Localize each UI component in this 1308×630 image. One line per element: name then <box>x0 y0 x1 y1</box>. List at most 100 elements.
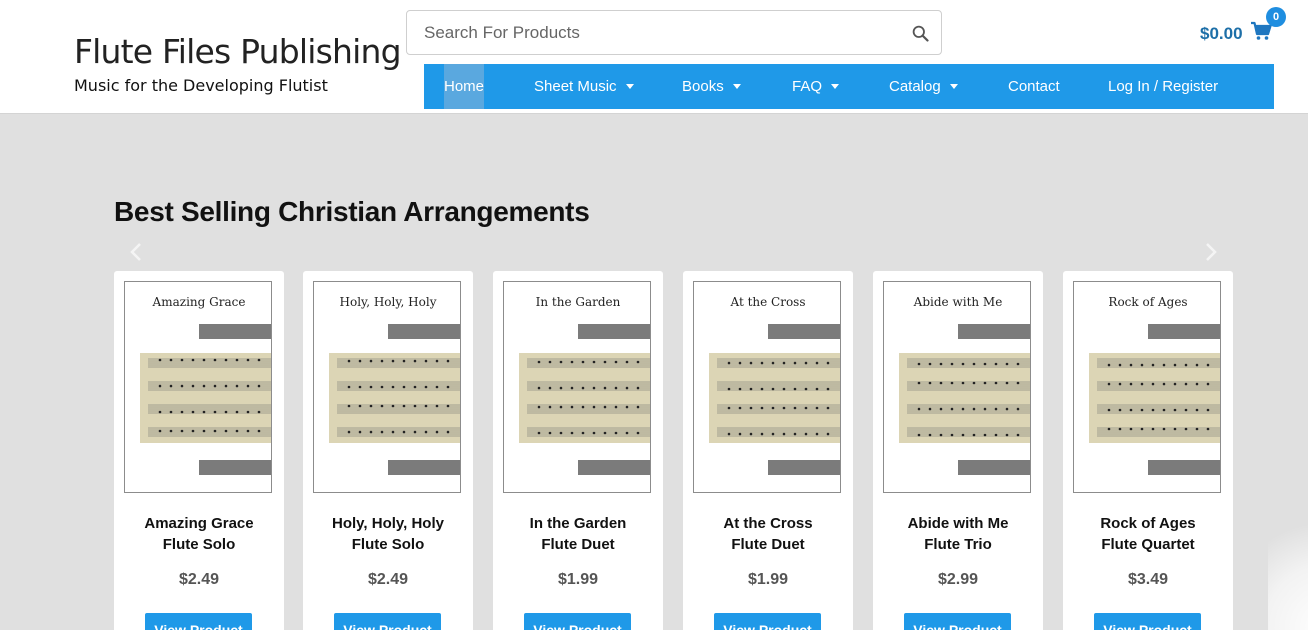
product-title: At the Cross <box>723 515 813 532</box>
product-cover-image[interactable]: In the Garden <box>503 281 651 493</box>
nav-contact[interactable]: Contact <box>1008 64 1060 109</box>
nav-sheet-music-label: Sheet Music <box>534 78 617 95</box>
nav-login-register-label: Log In / Register <box>1108 78 1219 95</box>
product-title: Holy, Holy, Holy <box>332 515 444 532</box>
cover-author-strip <box>768 460 840 475</box>
corner-overlay <box>1268 500 1308 630</box>
nav-books-label: Books <box>682 78 724 95</box>
view-product-button[interactable]: View Product <box>714 613 821 630</box>
staff-lines-graphic <box>907 358 1030 437</box>
product-card: Amazing Grace Amazing Grace Flute Solo $… <box>114 271 284 630</box>
product-instrumentation: Flute Quartet <box>1101 536 1195 553</box>
caret-down-icon <box>625 83 634 89</box>
cover-author-strip <box>199 460 271 475</box>
nav-login-register[interactable]: Log In / Register <box>1108 64 1218 109</box>
cover-strip <box>578 324 650 339</box>
product-cover-image[interactable]: Holy, Holy, Holy <box>313 281 461 493</box>
product-card: Abide with Me Abide with Me Flute Trio $… <box>873 271 1043 630</box>
product-name[interactable]: Rock of Ages Flute Quartet <box>1063 513 1233 555</box>
nav-books[interactable]: Books <box>682 64 741 109</box>
cover-author-strip <box>388 460 460 475</box>
cover-title: Abide with Me <box>913 295 1003 309</box>
nav-catalog-label: Catalog <box>889 78 941 95</box>
cover-title: At the Cross <box>730 295 806 309</box>
section-title: Best Selling Christian Arrangements <box>114 196 590 227</box>
cover-title: Rock of Ages <box>1108 295 1188 309</box>
site-tagline: Music for the Developing Flutist <box>74 76 328 95</box>
main-nav: Home Sheet Music Books FAQ Catalog Conta… <box>424 64 1274 109</box>
nav-home[interactable]: Home <box>444 64 484 109</box>
sheet-music-image <box>329 353 460 443</box>
staff-lines-graphic <box>148 358 271 437</box>
product-name[interactable]: Holy, Holy, Holy Flute Solo <box>303 513 473 555</box>
product-cover-image[interactable]: Rock of Ages <box>1073 281 1221 493</box>
product-instrumentation: Flute Trio <box>924 536 992 553</box>
product-price: $2.49 <box>178 571 220 588</box>
sheet-music-image <box>899 353 1030 443</box>
staff-lines-graphic <box>527 358 650 437</box>
product-price: $1.99 <box>747 571 789 588</box>
search-input[interactable] <box>408 12 888 53</box>
cart-total[interactable]: $0.00 <box>1200 24 1243 44</box>
nav-sheet-music[interactable]: Sheet Music <box>534 64 634 109</box>
view-product-button[interactable]: View Product <box>904 613 1011 630</box>
view-product-button[interactable]: View Product <box>1094 613 1201 630</box>
cover-strip <box>768 324 840 339</box>
nav-home-label: Home <box>444 78 485 95</box>
cover-strip <box>958 324 1030 339</box>
search-box <box>406 10 942 55</box>
product-name[interactable]: Amazing Grace Flute Solo <box>114 513 284 555</box>
staff-lines-graphic <box>337 358 460 437</box>
cart-count-badge: 0 <box>1266 7 1286 27</box>
view-product-button[interactable]: View Product <box>145 613 252 630</box>
search-icon <box>912 25 929 42</box>
carousel-next-button[interactable] <box>1199 240 1223 264</box>
nav-faq[interactable]: FAQ <box>792 64 840 109</box>
product-price: $2.49 <box>367 571 409 588</box>
product-instrumentation: Flute Solo <box>351 536 425 553</box>
product-title: Abide with Me <box>907 515 1009 532</box>
product-cover-image[interactable]: Abide with Me <box>883 281 1031 493</box>
staff-lines-graphic <box>717 358 840 437</box>
product-cover-image[interactable]: Amazing Grace <box>124 281 272 493</box>
product-title: Rock of Ages <box>1100 515 1196 532</box>
site-header: Flute Files Publishing Music for the Dev… <box>0 0 1308 114</box>
sheet-music-image <box>709 353 840 443</box>
product-instrumentation: Flute Duet <box>731 536 805 553</box>
product-cover-image[interactable]: At the Cross <box>693 281 841 493</box>
product-name[interactable]: In the Garden Flute Duet <box>493 513 663 555</box>
cover-strip <box>1148 324 1220 339</box>
sheet-music-image <box>1089 353 1220 443</box>
product-price: $3.49 <box>1127 571 1169 588</box>
product-card: Holy, Holy, Holy Holy, Holy, Holy Flute … <box>303 271 473 630</box>
sheet-music-image <box>140 353 271 443</box>
nav-faq-label: FAQ <box>792 78 823 95</box>
product-instrumentation: Flute Duet <box>541 536 615 553</box>
nav-contact-label: Contact <box>1008 78 1060 95</box>
caret-down-icon <box>831 83 840 89</box>
chevron-left-icon <box>130 243 141 261</box>
search-button[interactable] <box>907 20 933 46</box>
cover-title: Holy, Holy, Holy <box>339 295 437 309</box>
cover-title: In the Garden <box>535 295 621 309</box>
product-card: Rock of Ages Rock of Ages Flute Quartet … <box>1063 271 1233 630</box>
nav-catalog[interactable]: Catalog <box>889 64 958 109</box>
cover-author-strip <box>958 460 1030 475</box>
product-card: In the Garden In the Garden Flute Duet $… <box>493 271 663 630</box>
view-product-button[interactable]: View Product <box>334 613 441 630</box>
product-name[interactable]: Abide with Me Flute Trio <box>873 513 1043 555</box>
cart-widget[interactable]: $0.00 0 <box>1198 7 1298 54</box>
product-title: Amazing Grace <box>144 515 254 532</box>
cover-author-strip <box>578 460 650 475</box>
product-price: $1.99 <box>557 571 599 588</box>
carousel-prev-button[interactable] <box>124 240 148 264</box>
cover-strip <box>388 324 460 339</box>
staff-lines-graphic <box>1097 358 1220 437</box>
product-price: $2.99 <box>937 571 979 588</box>
view-product-button[interactable]: View Product <box>524 613 631 630</box>
chevron-right-icon <box>1206 243 1217 261</box>
product-title: In the Garden <box>529 515 627 532</box>
product-name[interactable]: At the Cross Flute Duet <box>683 513 853 555</box>
site-title[interactable]: Flute Files Publishing <box>74 32 402 71</box>
cover-title: Amazing Grace <box>152 295 246 309</box>
